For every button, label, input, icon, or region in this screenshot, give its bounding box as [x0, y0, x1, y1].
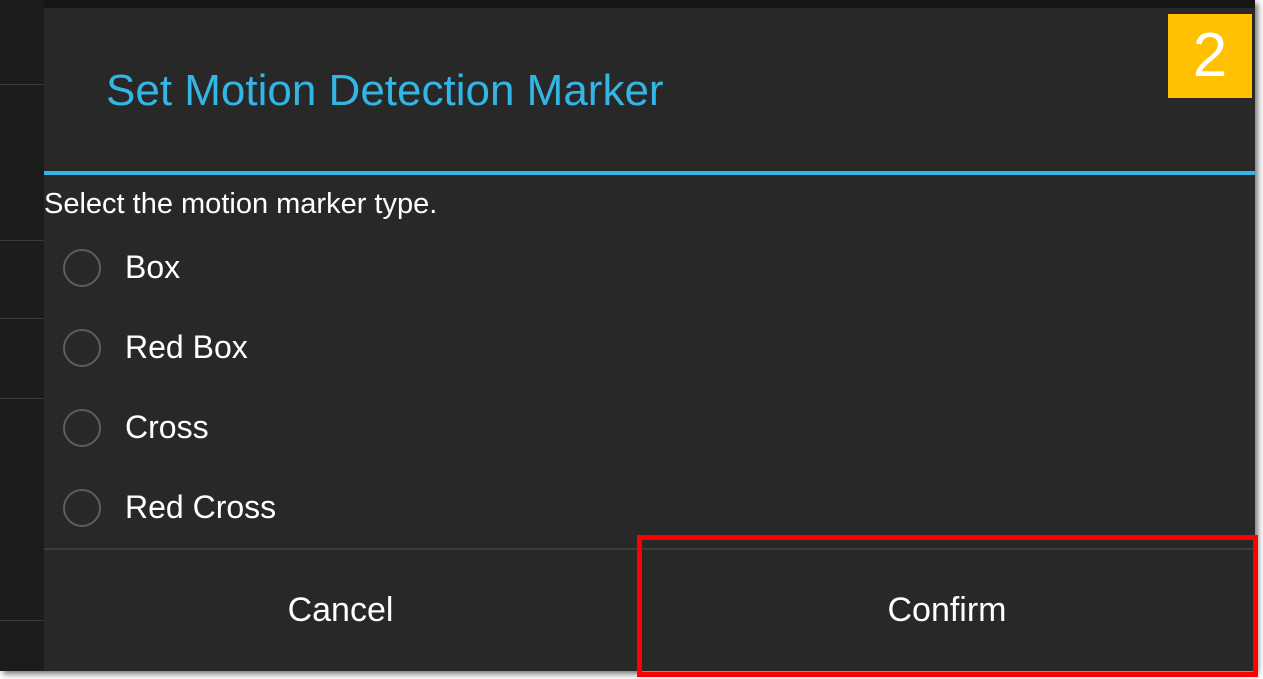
- background-divider: [0, 318, 44, 319]
- option-box[interactable]: Box: [44, 230, 1255, 310]
- background-divider: [0, 398, 44, 399]
- dialog-title: Set Motion Detection Marker: [106, 66, 664, 115]
- radio-button-icon[interactable]: [63, 489, 101, 527]
- title-divider: [44, 171, 1255, 175]
- radio-button-icon[interactable]: [63, 409, 101, 447]
- option-label: Red Box: [125, 329, 248, 365]
- background-divider: [0, 240, 44, 241]
- option-red-box[interactable]: Red Box: [44, 310, 1255, 390]
- dialog-message: Select the motion marker type.: [44, 188, 438, 220]
- step-number-badge: 2: [1168, 14, 1252, 98]
- radio-button-icon[interactable]: [63, 329, 101, 367]
- app-window: Set Motion Detection Marker Select the m…: [0, 0, 1255, 671]
- motion-marker-dialog: Set Motion Detection Marker Select the m…: [44, 8, 1255, 671]
- option-label: Box: [125, 249, 181, 285]
- background-divider: [0, 620, 44, 621]
- radio-button-icon[interactable]: [63, 249, 101, 287]
- background-divider: [0, 84, 44, 85]
- option-label: Red Cross: [125, 489, 277, 525]
- option-cross[interactable]: Cross: [44, 390, 1255, 470]
- cancel-button[interactable]: Cancel: [44, 550, 637, 671]
- option-label: Cross: [125, 409, 209, 445]
- background-app-content: [0, 0, 44, 671]
- confirm-button[interactable]: Confirm: [637, 550, 1255, 671]
- option-red-cross[interactable]: Red Cross: [44, 470, 1255, 550]
